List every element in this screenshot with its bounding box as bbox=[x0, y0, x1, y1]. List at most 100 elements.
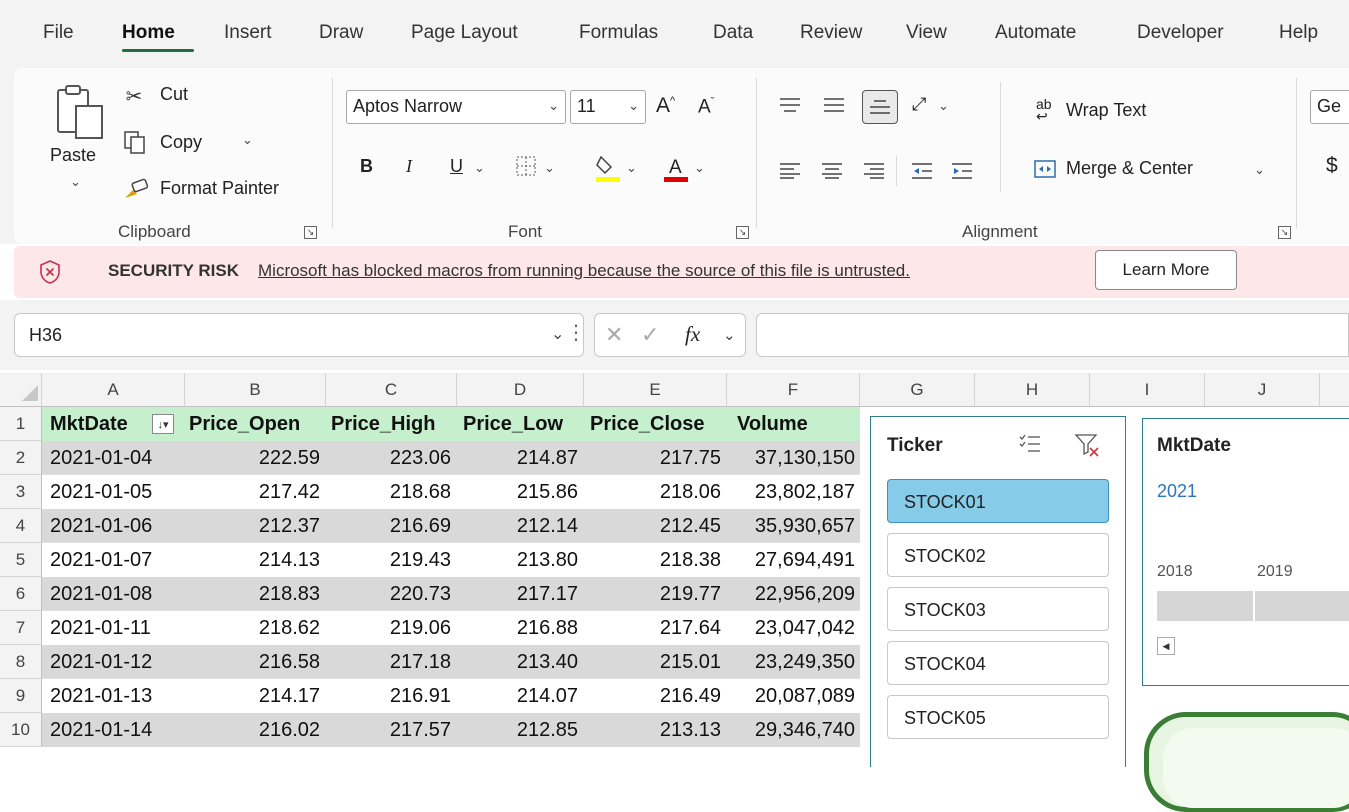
tab-help[interactable]: Help bbox=[1279, 22, 1318, 44]
row-header-4[interactable]: 4 bbox=[0, 509, 42, 543]
tab-home[interactable]: Home bbox=[122, 22, 175, 44]
decrease-font-size-icon[interactable]: Aˇ bbox=[698, 96, 714, 118]
timeline-scroll-left-icon[interactable]: ◀ bbox=[1157, 637, 1175, 655]
decrease-indent-icon[interactable] bbox=[910, 162, 934, 180]
header-cell-price-high[interactable]: Price_High bbox=[331, 407, 435, 441]
mktdate-timeline-slicer[interactable]: MktDate 2021 2018 2019 ◀ bbox=[1142, 418, 1349, 686]
font-size-combo[interactable]: 11 ⌄ bbox=[570, 90, 646, 124]
cell-low[interactable]: 213.40 bbox=[457, 645, 578, 679]
cell-date[interactable]: 2021-01-04 bbox=[50, 441, 152, 475]
cell-volume[interactable]: 22,956,209 bbox=[727, 577, 855, 611]
header-cell-volume[interactable]: Volume bbox=[737, 407, 808, 441]
row-header-7[interactable]: 7 bbox=[0, 611, 42, 645]
tab-formulas[interactable]: Formulas bbox=[579, 22, 658, 44]
timeline-bar-2019[interactable] bbox=[1255, 591, 1349, 621]
select-all-corner[interactable] bbox=[0, 373, 42, 407]
wrap-text-button[interactable]: Wrap Text bbox=[1066, 100, 1146, 121]
cell-low[interactable]: 212.85 bbox=[457, 713, 578, 747]
header-cell-mktdate[interactable]: MktDate bbox=[50, 407, 128, 441]
column-header-a[interactable]: A bbox=[42, 373, 185, 407]
align-right-icon[interactable] bbox=[862, 162, 886, 180]
cell-high[interactable]: 220.73 bbox=[326, 577, 451, 611]
increase-indent-icon[interactable] bbox=[950, 162, 974, 180]
font-size-chevron-icon[interactable]: ⌄ bbox=[628, 98, 639, 114]
cell-close[interactable]: 217.64 bbox=[584, 611, 721, 645]
cell-high[interactable]: 219.06 bbox=[326, 611, 451, 645]
bold-button[interactable]: B bbox=[360, 156, 373, 177]
font-color-icon[interactable]: A bbox=[662, 152, 690, 184]
tab-insert[interactable]: Insert bbox=[224, 22, 272, 44]
cut-button[interactable]: Cut bbox=[160, 84, 188, 105]
font-color-chevron-icon[interactable]: ⌄ bbox=[694, 160, 705, 176]
column-header-c[interactable]: C bbox=[326, 373, 457, 407]
enter-icon[interactable]: ✓ bbox=[641, 322, 659, 348]
cell-low[interactable]: 215.86 bbox=[457, 475, 578, 509]
cell-date[interactable]: 2021-01-14 bbox=[50, 713, 152, 747]
formula-bar-splitter-icon[interactable]: ⋮ bbox=[566, 320, 586, 345]
insert-function-button[interactable]: fx bbox=[685, 322, 700, 347]
timeline-bar-2018[interactable] bbox=[1157, 591, 1253, 621]
cell-low[interactable]: 216.88 bbox=[457, 611, 578, 645]
column-header-g[interactable]: G bbox=[860, 373, 975, 407]
row-header-8[interactable]: 8 bbox=[0, 645, 42, 679]
cell-high[interactable]: 218.68 bbox=[326, 475, 451, 509]
underline-button[interactable]: U bbox=[450, 156, 463, 177]
cell-open[interactable]: 218.62 bbox=[185, 611, 320, 645]
name-box-chevron-icon[interactable]: ⌄ bbox=[551, 324, 564, 344]
ticker-slicer[interactable]: Ticker STOCK01 STOCK02 STOCK03 STOCK04 S… bbox=[870, 416, 1126, 767]
align-bottom-icon[interactable] bbox=[862, 90, 898, 124]
tab-data[interactable]: Data bbox=[713, 22, 753, 44]
cell-low[interactable]: 217.17 bbox=[457, 577, 578, 611]
row-header-5[interactable]: 5 bbox=[0, 543, 42, 577]
font-name-combo[interactable]: Aptos Narrow ⌄ bbox=[346, 90, 566, 124]
cell-close[interactable]: 218.06 bbox=[584, 475, 721, 509]
slicer-item-stock02[interactable]: STOCK02 bbox=[887, 533, 1109, 577]
align-center-icon[interactable] bbox=[820, 162, 844, 180]
cell-volume[interactable]: 37,130,150 bbox=[727, 441, 855, 475]
slicer-item-stock01[interactable]: STOCK01 bbox=[887, 479, 1109, 523]
header-cell-price-open[interactable]: Price_Open bbox=[189, 407, 300, 441]
cell-open[interactable]: 217.42 bbox=[185, 475, 320, 509]
orientation-icon[interactable]: ⤢ bbox=[912, 94, 926, 115]
alignment-dialog-launcher-icon[interactable]: ↘ bbox=[1278, 226, 1291, 239]
column-header-i[interactable]: I bbox=[1090, 373, 1205, 407]
cell-close[interactable]: 219.77 bbox=[584, 577, 721, 611]
align-top-icon[interactable] bbox=[778, 94, 802, 116]
column-header-j[interactable]: J bbox=[1205, 373, 1320, 407]
multi-select-icon[interactable] bbox=[1017, 431, 1043, 457]
orientation-chevron-icon[interactable]: ⌄ bbox=[938, 98, 949, 114]
number-format-combo[interactable]: Ge bbox=[1310, 90, 1349, 124]
cell-volume[interactable]: 23,047,042 bbox=[727, 611, 855, 645]
font-dialog-launcher-icon[interactable]: ↘ bbox=[736, 226, 749, 239]
fx-chevron-icon[interactable]: ⌄ bbox=[723, 326, 736, 344]
paste-icon[interactable] bbox=[52, 82, 108, 144]
cell-high[interactable]: 216.69 bbox=[326, 509, 451, 543]
tab-file[interactable]: File bbox=[43, 22, 74, 44]
column-header-b[interactable]: B bbox=[185, 373, 326, 407]
cell-date[interactable]: 2021-01-13 bbox=[50, 679, 152, 713]
cell-date[interactable]: 2021-01-07 bbox=[50, 543, 152, 577]
borders-chevron-icon[interactable]: ⌄ bbox=[544, 160, 555, 176]
tab-draw[interactable]: Draw bbox=[319, 22, 363, 44]
tab-view[interactable]: View bbox=[906, 22, 947, 44]
merge-center-chevron-icon[interactable]: ⌄ bbox=[1254, 162, 1265, 178]
cell-low[interactable]: 213.80 bbox=[457, 543, 578, 577]
cell-close[interactable]: 213.13 bbox=[584, 713, 721, 747]
cell-close[interactable]: 218.38 bbox=[584, 543, 721, 577]
tab-page-layout[interactable]: Page Layout bbox=[411, 22, 518, 44]
align-left-icon[interactable] bbox=[778, 162, 802, 180]
column-header-d[interactable]: D bbox=[457, 373, 584, 407]
slicer-item-stock03[interactable]: STOCK03 bbox=[887, 587, 1109, 631]
cell-low[interactable]: 212.14 bbox=[457, 509, 578, 543]
cell-high[interactable]: 217.57 bbox=[326, 713, 451, 747]
format-painter-button[interactable]: Format Painter bbox=[160, 178, 279, 199]
increase-font-size-icon[interactable]: A^ bbox=[656, 94, 675, 118]
cell-open[interactable]: 216.02 bbox=[185, 713, 320, 747]
tab-automate[interactable]: Automate bbox=[995, 22, 1076, 44]
cell-high[interactable]: 216.91 bbox=[326, 679, 451, 713]
cell-volume[interactable]: 29,346,740 bbox=[727, 713, 855, 747]
security-message-link[interactable]: Microsoft has blocked macros from runnin… bbox=[258, 261, 910, 281]
cell-open[interactable]: 214.17 bbox=[185, 679, 320, 713]
fill-color-chevron-icon[interactable]: ⌄ bbox=[626, 160, 637, 176]
cell-volume[interactable]: 23,802,187 bbox=[727, 475, 855, 509]
